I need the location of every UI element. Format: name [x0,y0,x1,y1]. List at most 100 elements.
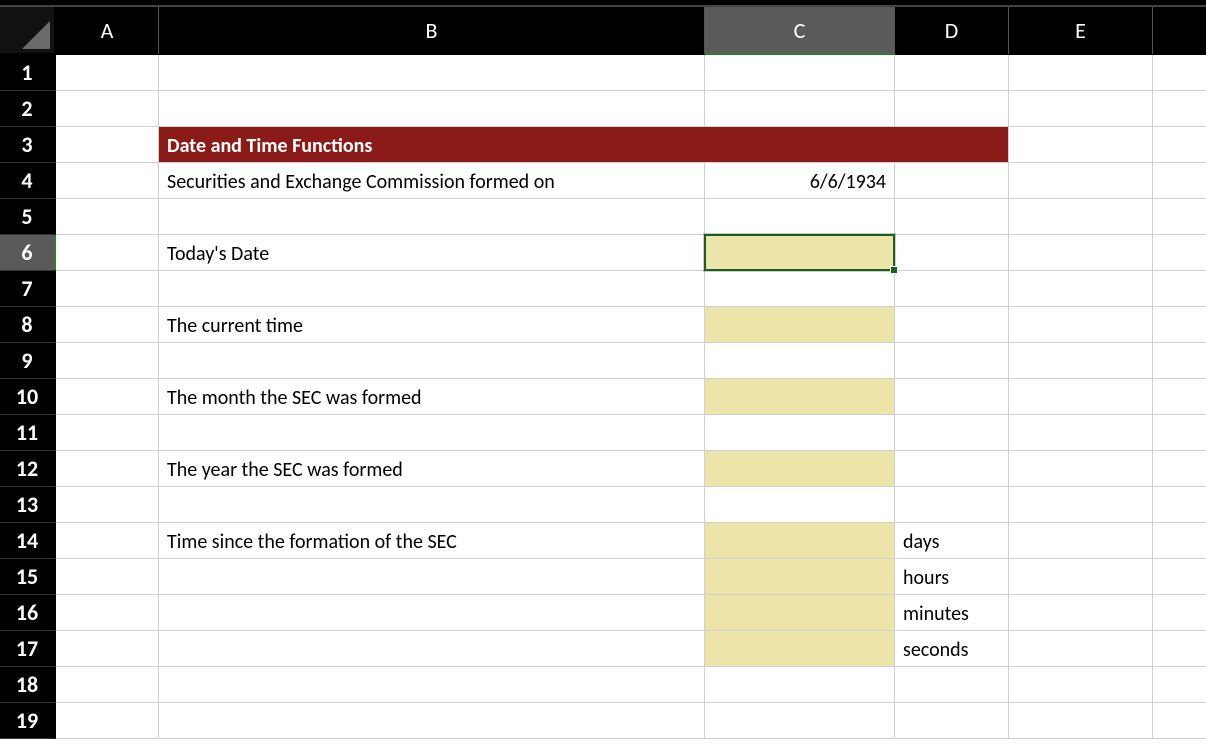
row-header-15[interactable]: 15 [0,559,56,595]
cell-C5[interactable] [705,199,895,235]
fill-handle[interactable] [890,266,898,274]
row-header-5[interactable]: 5 [0,199,56,235]
column-header-D[interactable]: D [895,7,1009,55]
cell-E6[interactable] [1009,235,1153,271]
cell-B7[interactable] [159,271,705,307]
select-all-corner[interactable] [0,7,56,55]
row-header-4[interactable]: 4 [0,163,56,199]
cell-C14[interactable] [705,523,895,559]
cell-C6[interactable] [705,235,895,271]
cell-E3[interactable] [1009,127,1153,163]
cell-D1[interactable] [895,55,1009,91]
cell-C18[interactable] [705,667,895,703]
row-header-12[interactable]: 12 [0,451,56,487]
cell-F7[interactable] [1153,271,1206,307]
cell-B13[interactable] [159,487,705,523]
cell-F4[interactable] [1153,163,1206,199]
cell-F15[interactable] [1153,559,1206,595]
cell-A11[interactable] [56,415,159,451]
cell-A5[interactable] [56,199,159,235]
cell-D2[interactable] [895,91,1009,127]
cell-A2[interactable] [56,91,159,127]
cell-B12[interactable]: The year the SEC was formed [159,451,705,487]
cell-C11[interactable] [705,415,895,451]
cell-F3[interactable] [1153,127,1206,163]
cell-A4[interactable] [56,163,159,199]
cell-B16[interactable] [159,595,705,631]
cell-D9[interactable] [895,343,1009,379]
cell-F6[interactable] [1153,235,1206,271]
cell-E11[interactable] [1009,415,1153,451]
column-header-E[interactable]: E [1009,7,1153,55]
cell-B2[interactable] [159,91,705,127]
cell-A3[interactable] [56,127,159,163]
cell-A19[interactable] [56,703,159,739]
cell-C10[interactable] [705,379,895,415]
cell-B14[interactable]: Time since the formation of the SEC [159,523,705,559]
column-header-F[interactable] [1153,7,1206,55]
cell-C7[interactable] [705,271,895,307]
cell-C2[interactable] [705,91,895,127]
cell-F17[interactable] [1153,631,1206,667]
column-header-B[interactable]: B [159,7,705,55]
cell-D7[interactable] [895,271,1009,307]
row-header-1[interactable]: 1 [0,55,56,91]
cell-E7[interactable] [1009,271,1153,307]
cell-B1[interactable] [159,55,705,91]
cell-E18[interactable] [1009,667,1153,703]
row-header-16[interactable]: 16 [0,595,56,631]
cell-D6[interactable] [895,235,1009,271]
cell-F19[interactable] [1153,703,1206,739]
cell-A15[interactable] [56,559,159,595]
cell-E13[interactable] [1009,487,1153,523]
cell-A17[interactable] [56,631,159,667]
column-header-A[interactable]: A [56,7,159,55]
row-header-11[interactable]: 11 [0,415,56,451]
cell-E10[interactable] [1009,379,1153,415]
cell-D3[interactable] [895,127,1009,163]
cell-E15[interactable] [1009,559,1153,595]
column-header-C[interactable]: C [705,7,895,55]
cell-C17[interactable] [705,631,895,667]
row-header-14[interactable]: 14 [0,523,56,559]
row-header-17[interactable]: 17 [0,631,56,667]
row-header-10[interactable]: 10 [0,379,56,415]
cell-E14[interactable] [1009,523,1153,559]
cell-D4[interactable] [895,163,1009,199]
cell-C9[interactable] [705,343,895,379]
cell-D8[interactable] [895,307,1009,343]
cell-B19[interactable] [159,703,705,739]
cell-A12[interactable] [56,451,159,487]
cell-C12[interactable] [705,451,895,487]
cell-E9[interactable] [1009,343,1153,379]
cell-F11[interactable] [1153,415,1206,451]
cell-C15[interactable] [705,559,895,595]
cell-C3[interactable] [705,127,895,163]
cell-D12[interactable] [895,451,1009,487]
cell-B3[interactable]: Date and Time Functions [159,127,705,163]
cell-D17[interactable]: seconds [895,631,1009,667]
cell-D13[interactable] [895,487,1009,523]
cell-F8[interactable] [1153,307,1206,343]
cell-F2[interactable] [1153,91,1206,127]
cell-C4[interactable]: 6/6/1934 [705,163,895,199]
cell-E2[interactable] [1009,91,1153,127]
cell-E16[interactable] [1009,595,1153,631]
cell-C13[interactable] [705,487,895,523]
cell-B11[interactable] [159,415,705,451]
cell-C1[interactable] [705,55,895,91]
cell-A14[interactable] [56,523,159,559]
cell-F12[interactable] [1153,451,1206,487]
row-header-8[interactable]: 8 [0,307,56,343]
cell-D19[interactable] [895,703,1009,739]
cell-A10[interactable] [56,379,159,415]
cell-A13[interactable] [56,487,159,523]
cell-F5[interactable] [1153,199,1206,235]
cell-F18[interactable] [1153,667,1206,703]
cell-A8[interactable] [56,307,159,343]
cell-B6[interactable]: Today's Date [159,235,705,271]
cell-E5[interactable] [1009,199,1153,235]
row-header-6[interactable]: 6 [0,235,56,271]
cell-F13[interactable] [1153,487,1206,523]
cell-C19[interactable] [705,703,895,739]
